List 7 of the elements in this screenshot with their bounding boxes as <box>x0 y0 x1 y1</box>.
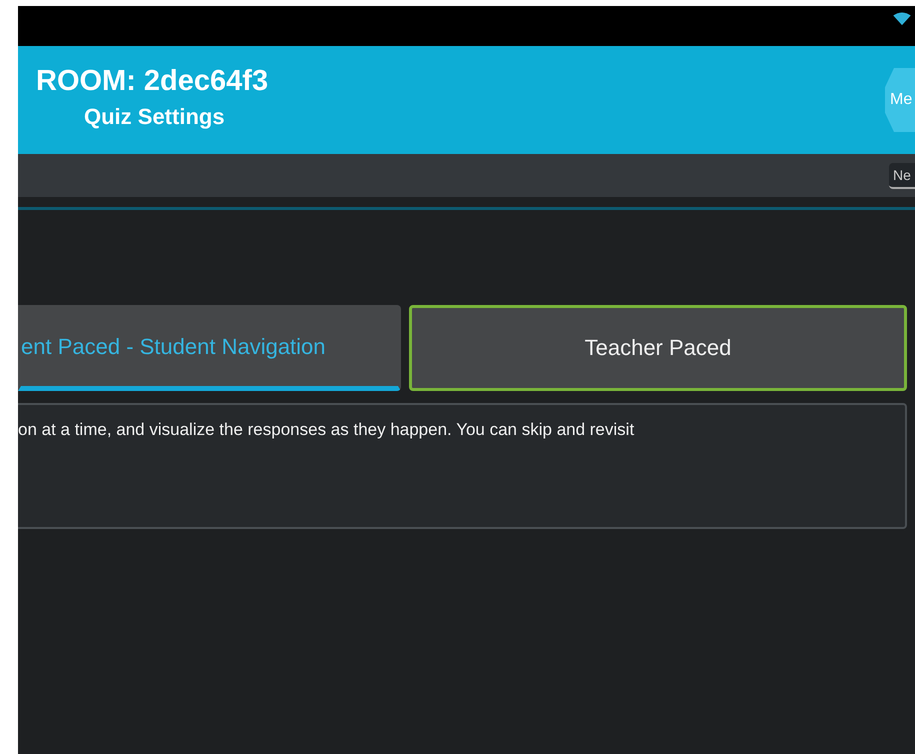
input-field[interactable]: Ne <box>889 162 915 188</box>
wifi-icon <box>893 12 911 26</box>
room-title: ROOM: 2dec64f3 <box>36 64 268 98</box>
pace-tab[interactable]: Teacher Paced <box>409 305 907 391</box>
pace-tab[interactable]: ent Paced - Student Navigation <box>18 305 401 391</box>
description-text: on at a time, and visualize the responses as they happen. You can skip and revisit <box>18 420 634 439</box>
screen-subtitle: Quiz Settings <box>83 104 226 130</box>
